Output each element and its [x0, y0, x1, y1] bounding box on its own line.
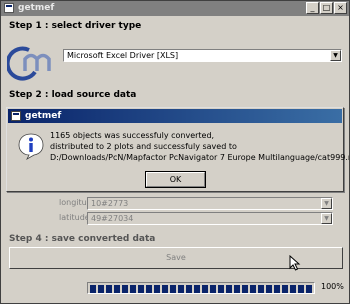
dialog-message-line: D:/Downloads/PcN/Mapfactor PcNavigator 7… — [50, 153, 350, 162]
app-icon — [11, 111, 21, 121]
latitude-select[interactable]: 49#27034 ▼ — [87, 212, 333, 225]
minimize-button[interactable]: _ — [306, 2, 319, 14]
app-icon — [4, 3, 14, 13]
dialog-message: 1165 objects was successfuly converted, … — [50, 130, 350, 163]
mouse-cursor-icon — [289, 255, 301, 271]
chevron-down-icon[interactable]: ▼ — [321, 213, 332, 224]
window-title: getmef — [18, 3, 55, 13]
longitude-value: 10#2773 — [91, 199, 129, 208]
driver-select[interactable]: Microsoft Excel Driver [XLS] ▼ — [63, 49, 342, 62]
chevron-down-icon[interactable]: ▼ — [321, 198, 332, 209]
ok-button-label: OK — [146, 172, 205, 187]
ok-button[interactable]: OK — [145, 171, 206, 188]
step2-heading: Step 2 : load source data — [9, 90, 137, 100]
window-titlebar[interactable]: getmef _ □ × — [1, 1, 349, 16]
chevron-down-icon[interactable]: ▼ — [330, 50, 341, 61]
main-window: getmef _ □ × Step 1 : select driver type… — [0, 0, 350, 304]
maximize-button[interactable]: □ — [320, 2, 333, 14]
close-button[interactable]: × — [334, 2, 347, 14]
dialog-title: getmef — [25, 111, 62, 121]
progress-bar — [87, 282, 315, 294]
step1-heading: Step 1 : select driver type — [9, 21, 142, 31]
message-dialog: getmef 1165 objects was successfuly conv… — [6, 107, 350, 192]
dialog-titlebar[interactable]: getmef — [8, 109, 342, 123]
app-logo-icon — [7, 46, 51, 81]
latitude-label: latitude — [59, 213, 90, 222]
progress-percent: 100% — [321, 282, 344, 291]
longitude-select[interactable]: 10#2773 ▼ — [87, 197, 333, 210]
progress-fill — [90, 285, 312, 293]
driver-select-value: Microsoft Excel Driver [XLS] — [67, 51, 179, 60]
dialog-message-line: distributed to 2 plots and successfuly s… — [50, 142, 237, 151]
step4-heading: Step 4 : save converted data — [9, 234, 156, 244]
info-icon — [18, 133, 44, 160]
dialog-message-line: 1165 objects was successfuly converted, — [50, 131, 215, 140]
latitude-value: 49#27034 — [91, 214, 134, 223]
